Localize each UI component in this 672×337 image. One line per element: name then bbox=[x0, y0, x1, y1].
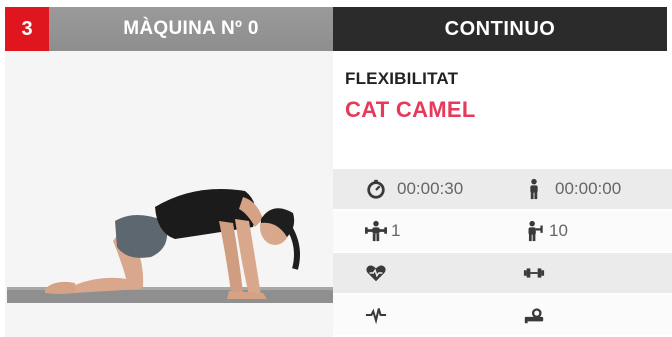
rest-cell: 00:00:00 bbox=[501, 169, 672, 209]
exercise-card: 3 MÀQUINA Nº 0 CONTINUO FLEXIBILITAT CAT… bbox=[5, 7, 672, 337]
exercise-info-panel: FLEXIBILITAT CAT CAMEL 00:00:30 00:00:00 bbox=[333, 51, 672, 337]
dumbbell-icon bbox=[521, 260, 547, 286]
stats-row-reps: 1 10 bbox=[333, 211, 672, 253]
sets-cell: 1 bbox=[333, 211, 527, 251]
incline-cell bbox=[501, 295, 672, 335]
pulse-icon bbox=[363, 302, 389, 328]
stopwatch-icon bbox=[363, 176, 389, 202]
reps-value: 10 bbox=[549, 221, 568, 240]
stats-grid: 00:00:30 00:00:00 1 10 bbox=[333, 169, 672, 337]
reps-cell: 10 bbox=[501, 211, 672, 251]
weight-cell bbox=[501, 253, 672, 293]
pulse-cell bbox=[333, 295, 527, 335]
duration-value: 00:00:30 bbox=[397, 179, 464, 198]
machine-header: 3 MÀQUINA Nº 0 bbox=[5, 7, 333, 51]
stats-row-pulse-incline bbox=[333, 295, 672, 337]
heart-icon bbox=[363, 260, 389, 286]
mode-title: CONTINUO bbox=[333, 7, 667, 51]
standing-person-icon bbox=[521, 176, 547, 202]
duration-cell: 00:00:30 bbox=[333, 169, 527, 209]
exercise-name: CAT CAMEL bbox=[345, 97, 476, 122]
exercise-photo bbox=[5, 51, 333, 337]
stats-row-heart-weight bbox=[333, 253, 672, 295]
card-header: 3 MÀQUINA Nº 0 CONTINUO bbox=[5, 7, 667, 51]
stats-row-time: 00:00:30 00:00:00 bbox=[333, 169, 672, 211]
cat-camel-illustration bbox=[5, 51, 333, 337]
sets-person-icon bbox=[363, 218, 389, 244]
exercise-category: FLEXIBILITAT bbox=[345, 69, 459, 88]
incline-icon bbox=[521, 302, 547, 328]
machine-title: MÀQUINA Nº 0 bbox=[123, 18, 259, 39]
step-number-badge: 3 bbox=[5, 7, 49, 51]
rest-value: 00:00:00 bbox=[555, 179, 622, 198]
reps-person-icon bbox=[521, 218, 547, 244]
sets-value: 1 bbox=[391, 221, 401, 240]
heart-rate-cell bbox=[333, 253, 527, 293]
